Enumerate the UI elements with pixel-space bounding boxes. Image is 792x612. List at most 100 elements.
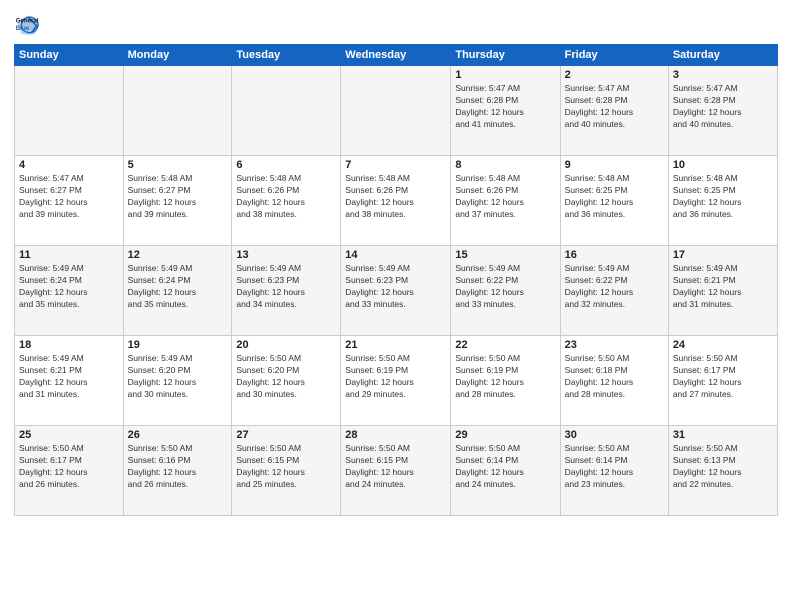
day-info: Sunrise: 5:48 AMSunset: 6:27 PMDaylight:… [128,173,228,221]
calendar-cell: 5 Sunrise: 5:48 AMSunset: 6:27 PMDaylight… [123,156,232,246]
day-info: Sunrise: 5:47 AMSunset: 6:27 PMDaylight:… [19,173,119,221]
day-info: Sunrise: 5:49 AMSunset: 6:24 PMDaylight:… [19,263,119,311]
calendar-week-1: 1 Sunrise: 5:47 AMSunset: 6:28 PMDaylight… [15,66,778,156]
weekday-header-friday: Friday [560,45,668,66]
day-info: Sunrise: 5:49 AMSunset: 6:21 PMDaylight:… [673,263,773,311]
day-number: 7 [345,159,446,171]
calendar-week-5: 25 Sunrise: 5:50 AMSunset: 6:17 PMDayligh… [15,426,778,516]
calendar-cell: 11 Sunrise: 5:49 AMSunset: 6:24 PMDayligh… [15,246,124,336]
day-number: 24 [673,339,773,351]
day-number: 10 [673,159,773,171]
day-info: Sunrise: 5:50 AMSunset: 6:20 PMDaylight:… [236,353,336,401]
day-info: Sunrise: 5:49 AMSunset: 6:22 PMDaylight:… [455,263,555,311]
day-number: 8 [455,159,555,171]
calendar-cell: 12Sunrise: 5:49 AMSunset: 6:24 PMDayligh… [123,246,232,336]
logo: General Blue [14,10,42,38]
day-info: Sunrise: 5:50 AMSunset: 6:18 PMDaylight:… [565,353,664,401]
day-info: Sunrise: 5:48 AMSunset: 6:26 PMDaylight:… [345,173,446,221]
calendar-cell: 29Sunrise: 5:50 AMSunset: 6:14 PMDayligh… [451,426,560,516]
calendar-cell: 22 Sunrise: 5:50 AMSunset: 6:19 PMDayligh… [451,336,560,426]
day-number: 27 [236,429,336,441]
calendar-cell: 10Sunrise: 5:48 AMSunset: 6:25 PMDayligh… [668,156,777,246]
weekday-header-saturday: Saturday [668,45,777,66]
day-number: 1 [455,69,555,81]
calendar-cell: 16 Sunrise: 5:49 AMSunset: 6:22 PMDayligh… [560,246,668,336]
calendar-cell: 30Sunrise: 5:50 AMSunset: 6:14 PMDayligh… [560,426,668,516]
calendar-cell: 23 Sunrise: 5:50 AMSunset: 6:18 PMDayligh… [560,336,668,426]
calendar-cell: 4 Sunrise: 5:47 AMSunset: 6:27 PMDaylight… [15,156,124,246]
calendar-header: SundayMondayTuesdayWednesdayThursdayFrid… [15,45,778,66]
day-info: Sunrise: 5:50 AMSunset: 6:19 PMDaylight:… [455,353,555,401]
day-number: 2 [565,69,664,81]
calendar-cell: 28 Sunrise: 5:50 AMSunset: 6:15 PMDayligh… [341,426,451,516]
weekday-row: SundayMondayTuesdayWednesdayThursdayFrid… [15,45,778,66]
calendar-cell: 6 Sunrise: 5:48 AMSunset: 6:26 PMDaylight… [232,156,341,246]
calendar-cell: 19 Sunrise: 5:49 AMSunset: 6:20 PMDayligh… [123,336,232,426]
day-number: 3 [673,69,773,81]
calendar-cell: 15 Sunrise: 5:49 AMSunset: 6:22 PMDayligh… [451,246,560,336]
day-number: 13 [236,249,336,261]
day-number: 16 [565,249,664,261]
calendar-cell: 26Sunrise: 5:50 AMSunset: 6:16 PMDayligh… [123,426,232,516]
day-number: 5 [128,159,228,171]
day-info: Sunrise: 5:50 AMSunset: 6:17 PMDaylight:… [673,353,773,401]
day-number: 18 [19,339,119,351]
calendar-week-3: 11 Sunrise: 5:49 AMSunset: 6:24 PMDayligh… [15,246,778,336]
calendar-body: 1 Sunrise: 5:47 AMSunset: 6:28 PMDaylight… [15,66,778,516]
calendar-cell: 9 Sunrise: 5:48 AMSunset: 6:25 PMDaylight… [560,156,668,246]
calendar-cell [123,66,232,156]
calendar-cell [232,66,341,156]
day-number: 11 [19,249,119,261]
day-number: 9 [565,159,664,171]
weekday-header-monday: Monday [123,45,232,66]
calendar-cell [15,66,124,156]
day-info: Sunrise: 5:48 AMSunset: 6:26 PMDaylight:… [236,173,336,221]
day-number: 30 [565,429,664,441]
weekday-header-tuesday: Tuesday [232,45,341,66]
day-number: 19 [128,339,228,351]
svg-text:General: General [16,17,39,24]
calendar-cell: 24 Sunrise: 5:50 AMSunset: 6:17 PMDayligh… [668,336,777,426]
day-number: 22 [455,339,555,351]
day-number: 29 [455,429,555,441]
day-number: 23 [565,339,664,351]
day-info: Sunrise: 5:49 AMSunset: 6:20 PMDaylight:… [128,353,228,401]
day-info: Sunrise: 5:50 AMSunset: 6:15 PMDaylight:… [236,443,336,491]
header: General Blue [14,10,778,38]
day-number: 28 [345,429,446,441]
day-info: Sunrise: 5:50 AMSunset: 6:15 PMDaylight:… [345,443,446,491]
day-info: Sunrise: 5:49 AMSunset: 6:21 PMDaylight:… [19,353,119,401]
calendar-cell: 8 Sunrise: 5:48 AMSunset: 6:26 PMDaylight… [451,156,560,246]
day-number: 25 [19,429,119,441]
calendar-cell: 27 Sunrise: 5:50 AMSunset: 6:15 PMDayligh… [232,426,341,516]
day-number: 26 [128,429,228,441]
day-info: Sunrise: 5:49 AMSunset: 6:23 PMDaylight:… [345,263,446,311]
day-number: 21 [345,339,446,351]
calendar-cell: 14Sunrise: 5:49 AMSunset: 6:23 PMDayligh… [341,246,451,336]
day-info: Sunrise: 5:48 AMSunset: 6:26 PMDaylight:… [455,173,555,221]
calendar-cell: 31Sunrise: 5:50 AMSunset: 6:13 PMDayligh… [668,426,777,516]
day-info: Sunrise: 5:47 AMSunset: 6:28 PMDaylight:… [673,83,773,131]
calendar-cell: 13 Sunrise: 5:49 AMSunset: 6:23 PMDayligh… [232,246,341,336]
day-number: 4 [19,159,119,171]
calendar-week-4: 18 Sunrise: 5:49 AMSunset: 6:21 PMDayligh… [15,336,778,426]
calendar-cell: 1 Sunrise: 5:47 AMSunset: 6:28 PMDaylight… [451,66,560,156]
calendar-table: SundayMondayTuesdayWednesdayThursdayFrid… [14,44,778,516]
day-info: Sunrise: 5:47 AMSunset: 6:28 PMDaylight:… [455,83,555,131]
day-info: Sunrise: 5:49 AMSunset: 6:22 PMDaylight:… [565,263,664,311]
weekday-header-thursday: Thursday [451,45,560,66]
calendar-cell: 7 Sunrise: 5:48 AMSunset: 6:26 PMDaylight… [341,156,451,246]
day-info: Sunrise: 5:48 AMSunset: 6:25 PMDaylight:… [565,173,664,221]
logo-icon: General Blue [14,10,42,38]
calendar-cell: 18 Sunrise: 5:49 AMSunset: 6:21 PMDayligh… [15,336,124,426]
day-number: 15 [455,249,555,261]
day-number: 6 [236,159,336,171]
svg-text:Blue: Blue [16,25,30,32]
day-info: Sunrise: 5:49 AMSunset: 6:24 PMDaylight:… [128,263,228,311]
day-number: 20 [236,339,336,351]
page: General Blue SundayMondayTuesdayWednesda… [0,0,792,612]
day-info: Sunrise: 5:50 AMSunset: 6:17 PMDaylight:… [19,443,119,491]
day-info: Sunrise: 5:49 AMSunset: 6:23 PMDaylight:… [236,263,336,311]
calendar-cell: 25 Sunrise: 5:50 AMSunset: 6:17 PMDayligh… [15,426,124,516]
calendar-cell: 3 Sunrise: 5:47 AMSunset: 6:28 PMDaylight… [668,66,777,156]
